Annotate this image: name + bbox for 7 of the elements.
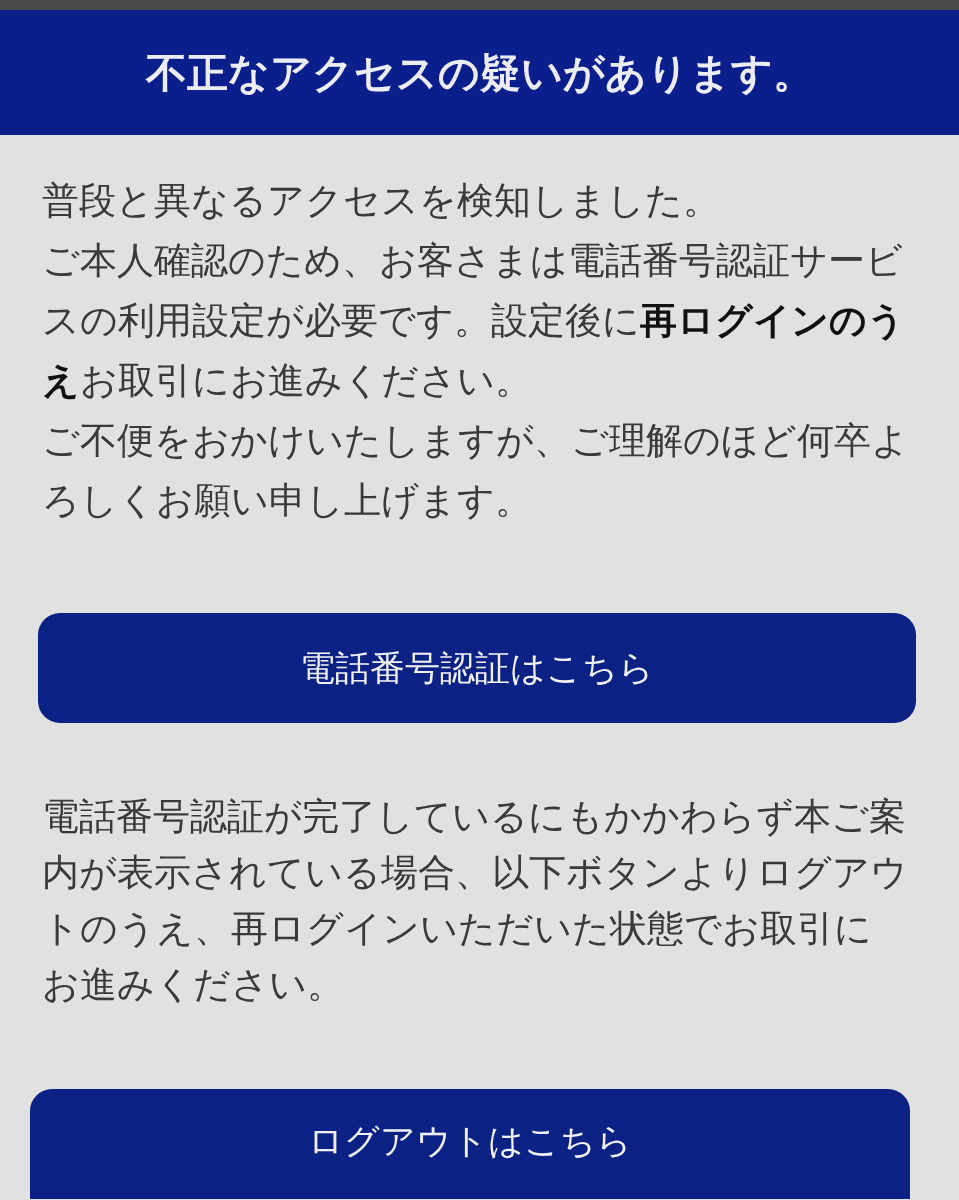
notice-paragraph: 電話番号認証が完了しているにもかかわらず本ご案内が表示されている場合、以下ボタンよりログアウトのうえ、再ログインいただいた状態でお取引にお進みください。 [42, 794, 909, 1008]
notice-paragraph: ご不便をおかけいたしますが、ご理解のほど何卒よろしくお願い申し上げます。 [42, 418, 909, 524]
verify-phone-button[interactable]: 電話番号認証はこちら [38, 613, 916, 723]
logout-button[interactable]: ログアウトはこちら [30, 1089, 910, 1199]
header-title: 不正なアクセスの疑いがあります。 [145, 47, 814, 99]
notice-paragraph: 普段と異なるアクセスを検知しました。 [42, 178, 721, 224]
notice-paragraph: ご本人確認のため、お客さまは電話番号認証サービスの利用設定が必要です。設定後に再ログインのうえお取引にお進みください。 [42, 238, 906, 404]
